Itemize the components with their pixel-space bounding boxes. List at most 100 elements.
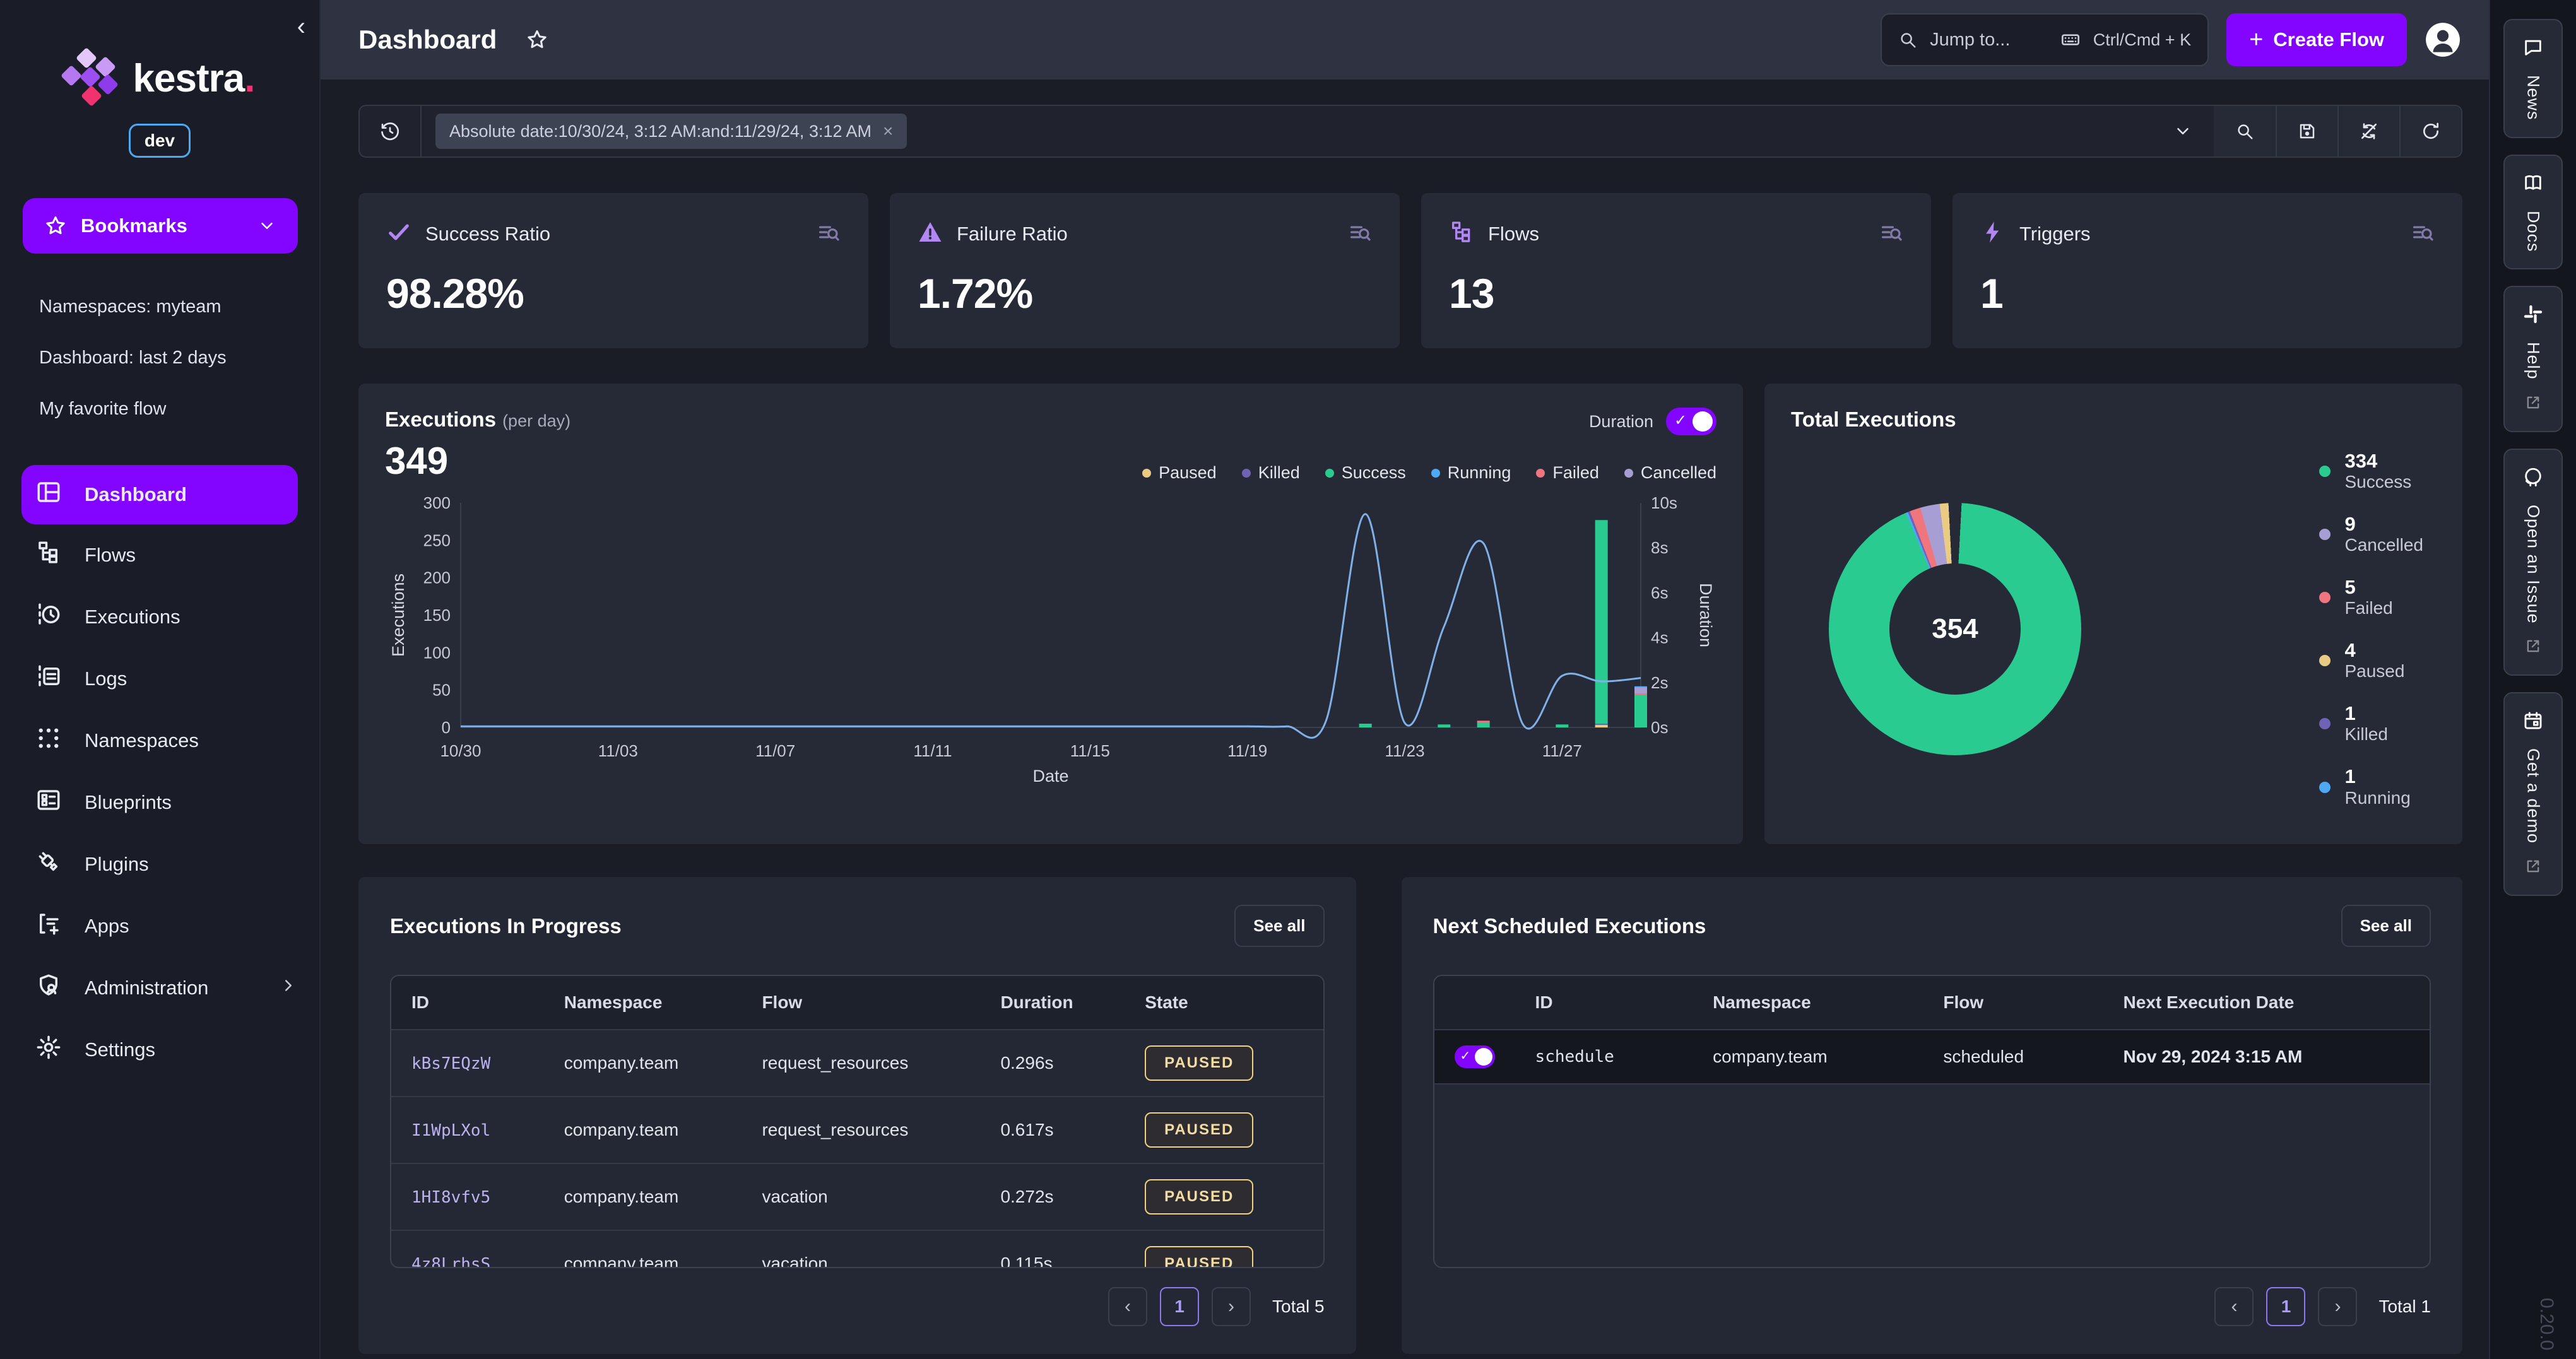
legend-item-killed[interactable]: Killed [1242, 463, 1300, 483]
stat-card-triggers[interactable]: Triggers1 [1953, 193, 2462, 348]
stat-card-label: Failure Ratio [957, 223, 1334, 245]
next-page-button[interactable]: › [2318, 1287, 2357, 1326]
favorite-star-icon[interactable] [526, 28, 548, 51]
current-page-button[interactable]: 1 [1160, 1287, 1199, 1326]
bookmark-link[interactable]: My favorite flow [0, 384, 319, 435]
column-header: State [1125, 976, 1323, 1030]
rail-item-get-a-demo[interactable]: Get a demo [2503, 692, 2563, 896]
dashboard-icon [35, 479, 62, 510]
stat-card-value: 13 [1449, 269, 1903, 317]
cell-state: PAUSED [1125, 1030, 1323, 1097]
create-flow-button[interactable]: + Create Flow [2226, 13, 2407, 66]
chevron-down-icon [2173, 122, 2192, 141]
legend-label: Paused [1159, 463, 1217, 483]
user-avatar-icon[interactable] [2425, 21, 2461, 58]
bookmark-link[interactable]: Namespaces: myteam [0, 281, 319, 332]
enabled-toggle[interactable]: ✓ [1455, 1045, 1495, 1068]
legend-dot [1624, 469, 1633, 478]
donut-center-value: 354 [1889, 563, 2021, 695]
donut-legend-item-failed[interactable]: 5Failed [2319, 577, 2423, 618]
sidebar-item-flows[interactable]: Flows [0, 524, 319, 586]
sidebar-collapse-icon[interactable]: ‹ [297, 14, 305, 39]
sidebar-item-blueprints[interactable]: Blueprints [0, 772, 319, 833]
calendar-icon [2522, 710, 2544, 734]
see-all-button[interactable]: See all [1234, 905, 1324, 947]
prev-page-button[interactable]: ‹ [2214, 1287, 2254, 1326]
next-page-button[interactable]: › [1212, 1287, 1251, 1326]
sidebar-item-apps[interactable]: Apps [0, 895, 319, 957]
bookmarks-label: Bookmarks [81, 215, 244, 237]
auto-refresh-off-button[interactable] [2337, 106, 2399, 156]
apps-icon [35, 910, 62, 942]
svg-text:11/03: 11/03 [598, 741, 638, 760]
search-shortcut: Ctrl/Cmd + K [2093, 30, 2191, 50]
sidebar-item-settings[interactable]: Settings [0, 1019, 319, 1081]
filter-chip-zone[interactable]: Absolute date:10/30/24, 3:12 AM:and:11/2… [422, 106, 2152, 156]
cell-state: PAUSED [1125, 1163, 1323, 1230]
namespaces-icon [35, 725, 62, 756]
table-row: kBs7EQzWcompany.teamrequest_resources0.2… [391, 1030, 1323, 1097]
donut-legend: 334Success 9Cancelled 5Failed 4Paused 1Kille… [2319, 450, 2436, 808]
sidebar-item-plugins[interactable]: Plugins [0, 833, 319, 895]
date-filter-chip[interactable]: Absolute date:10/30/24, 3:12 AM:and:11/2… [435, 114, 907, 149]
flows-icon [35, 539, 62, 571]
execution-id-link[interactable]: kBs7EQzW [411, 1054, 490, 1073]
donut-legend-item-paused[interactable]: 4Paused [2319, 640, 2423, 681]
donut-legend-item-killed[interactable]: 1Killed [2319, 703, 2423, 744]
legend-item-failed[interactable]: Failed [1536, 463, 1599, 483]
stat-card-failure-ratio[interactable]: Failure Ratio1.72% [890, 193, 1400, 348]
chip-close-icon[interactable]: × [883, 121, 893, 141]
sidebar-item-executions[interactable]: Executions [0, 586, 319, 648]
bookmarks-button[interactable]: Bookmarks [23, 198, 298, 254]
donut-legend-item-cancelled[interactable]: 9Cancelled [2319, 514, 2423, 555]
prev-page-button[interactable]: ‹ [1108, 1287, 1147, 1326]
column-header: ID [391, 976, 544, 1030]
external-link-icon [2524, 637, 2542, 658]
search-icon [1898, 30, 1917, 49]
donut-legend-item-running[interactable]: 1Running [2319, 766, 2423, 808]
list-search-icon[interactable] [2411, 220, 2435, 247]
rail-item-help[interactable]: Help [2503, 286, 2563, 432]
list-search-icon[interactable] [1348, 220, 1372, 247]
cell-id: I1WpLXol [391, 1097, 544, 1163]
rail-item-open-an-issue[interactable]: Open an Issue [2503, 449, 2563, 676]
execution-id-link[interactable]: I1WpLXol [411, 1121, 490, 1140]
executions-card: Executions(per day) Duration ✓ 349 Pause… [358, 384, 1743, 844]
donut-legend-item-success[interactable]: 334Success [2319, 450, 2423, 492]
execution-id-link[interactable]: 4z8LrhsS [411, 1255, 490, 1268]
in-progress-title: Executions In Progress [390, 914, 622, 938]
current-page-button[interactable]: 1 [2266, 1287, 2305, 1326]
legend-item-success[interactable]: Success [1325, 463, 1406, 483]
legend-dot [1242, 469, 1251, 478]
stat-cards-row: Success Ratio98.28%Failure Ratio1.72%Flo… [358, 193, 2462, 348]
sidebar-item-label: Executions [85, 606, 298, 628]
star-icon [44, 215, 67, 237]
legend-item-paused[interactable]: Paused [1142, 463, 1217, 483]
list-search-icon[interactable] [1879, 220, 1903, 247]
duration-toggle[interactable]: ✓ [1666, 408, 1716, 435]
filter-expand-button[interactable] [2152, 106, 2214, 156]
sidebar-item-logs[interactable]: Logs [0, 648, 319, 710]
global-search-input[interactable]: Jump to... Ctrl/Cmd + K [1881, 13, 2209, 66]
rail-item-news[interactable]: News [2503, 19, 2563, 138]
bookmark-link[interactable]: Dashboard: last 2 days [0, 332, 319, 384]
sidebar-item-administration[interactable]: Administration [0, 957, 319, 1019]
sidebar-item-namespaces[interactable]: Namespaces [0, 710, 319, 772]
filter-search-button[interactable] [2214, 106, 2276, 156]
rail-item-docs[interactable]: Docs [2503, 155, 2563, 270]
filter-history-button[interactable] [360, 106, 422, 156]
refresh-button[interactable] [2399, 106, 2461, 156]
legend-label: Cancelled [1641, 463, 1716, 483]
filter-save-button[interactable] [2276, 106, 2337, 156]
sidebar-item-dashboard[interactable]: Dashboard [21, 465, 298, 524]
stat-card-flows[interactable]: Flows13 [1421, 193, 1931, 348]
cell-flow: scheduled [1923, 1030, 2103, 1084]
stat-card-success-ratio[interactable]: Success Ratio98.28% [358, 193, 868, 348]
donut-legend-text: 4Paused [2344, 640, 2404, 681]
list-search-icon[interactable] [817, 220, 841, 247]
legend-item-cancelled[interactable]: Cancelled [1624, 463, 1716, 483]
execution-id-link[interactable]: 1HI8vfv5 [411, 1188, 490, 1207]
donut-legend-text: 1Running [2344, 766, 2410, 808]
legend-item-running[interactable]: Running [1431, 463, 1511, 483]
see-all-button[interactable]: See all [2341, 905, 2431, 947]
